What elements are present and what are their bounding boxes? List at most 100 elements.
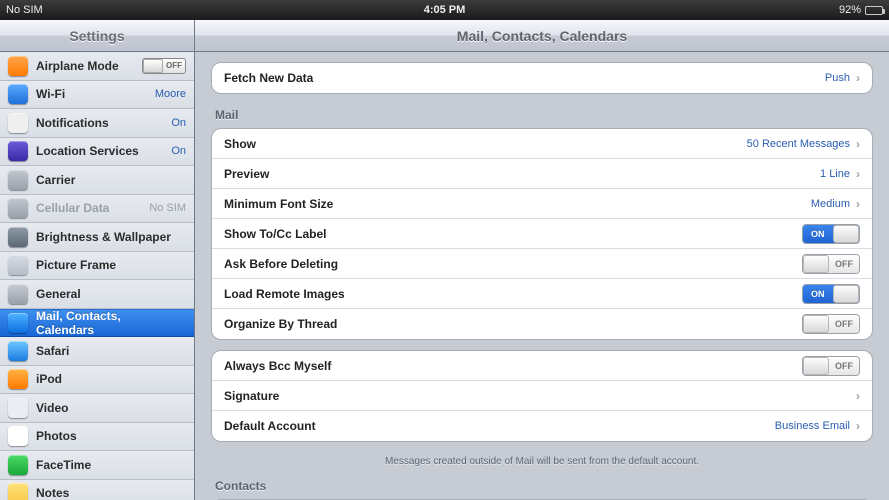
sidebar-item-label: FaceTime: [36, 458, 91, 472]
toggle-off-label: OFF: [166, 61, 182, 70]
sidebar-item-safari[interactable]: Safari: [0, 337, 194, 366]
carrier-icon: [8, 170, 28, 190]
row-default-account[interactable]: Default AccountBusiness Email›: [212, 411, 872, 441]
row-label: Always Bcc Myself: [224, 359, 331, 373]
chevron-right-icon: ›: [856, 71, 860, 85]
sidebar-item-label: Safari: [36, 344, 69, 358]
row-label: Ask Before Deleting: [224, 257, 338, 271]
group-footer: Messages created outside of Mail will be…: [211, 452, 873, 475]
settings-group: Fetch New Data Push ›: [211, 62, 873, 94]
load-remote-images-toggle[interactable]: ON: [802, 284, 860, 304]
row-load-remote-images[interactable]: Load Remote Images ON: [212, 279, 872, 309]
chevron-right-icon: ›: [856, 197, 860, 211]
settings-group: Always Bcc Myself OFF Signature › Default Ac…: [211, 350, 873, 442]
row-label: Organize By Thread: [224, 317, 337, 331]
show-to-cc-label-toggle[interactable]: ON: [802, 224, 860, 244]
organize-by-thread-toggle[interactable]: OFF: [802, 314, 860, 334]
chevron-right-icon: ›: [856, 389, 860, 403]
sidebar-item-label: Brightness & Wallpaper: [36, 230, 171, 244]
sidebar-item-facetime[interactable]: FaceTime: [0, 451, 194, 480]
toggle-off-label: OFF: [835, 361, 853, 371]
sim-status: No SIM: [6, 4, 43, 16]
chevron-right-icon: ›: [856, 167, 860, 181]
toggle-off-label: OFF: [835, 319, 853, 329]
detail-scroll[interactable]: Fetch New Data Push › MailShow50 Recent Mes…: [195, 52, 889, 500]
row-ask-before-deleting[interactable]: Ask Before Deleting OFF: [212, 249, 872, 279]
sidebar-item-label: Picture Frame: [36, 258, 116, 272]
row-label: Show To/Cc Label: [224, 227, 326, 241]
row-value: Push: [825, 72, 850, 84]
sidebar-item-picture-frame[interactable]: Picture Frame: [0, 252, 194, 281]
sidebar-item-notes[interactable]: Notes: [0, 480, 194, 500]
sidebar-item-mail-contacts-calendars[interactable]: Mail, Contacts, Calendars: [0, 309, 194, 338]
status-time: 4:05 PM: [6, 4, 883, 16]
sidebar-item-label: Notes: [36, 486, 69, 500]
sidebar-list[interactable]: Airplane ModeOFF Wi-Fi Moore NotificationsO…: [0, 52, 194, 500]
row-signature[interactable]: Signature ›: [212, 381, 872, 411]
battery-icon: [865, 6, 883, 15]
detail-pane: Mail, Contacts, Calendars Fetch New Data…: [195, 20, 889, 500]
settings-group: Show50 Recent Messages›Preview1 Line›Min…: [211, 128, 873, 340]
sidebar-item-value: On: [171, 117, 186, 129]
safari-icon: [8, 341, 28, 361]
row-value: Medium: [811, 198, 850, 210]
sidebar-item-label: Mail, Contacts, Calendars: [36, 309, 178, 337]
sidebar-item-photos[interactable]: Photos: [0, 423, 194, 452]
row-preview[interactable]: Preview1 Line›: [212, 159, 872, 189]
battery-percent: 92%: [839, 4, 861, 16]
row-value: 1 Line: [820, 168, 850, 180]
toggle-off-label: OFF: [835, 259, 853, 269]
sidebar-item-label: iPod: [36, 372, 62, 386]
section-header: Contacts: [211, 475, 873, 499]
sidebar-item-value: Moore: [155, 88, 186, 100]
sidebar-item-ipod[interactable]: iPod: [0, 366, 194, 395]
row-always-bcc-myself[interactable]: Always Bcc Myself OFF: [212, 351, 872, 381]
wifi-icon: [8, 84, 28, 104]
sidebar-item-location-services[interactable]: Location Services On: [0, 138, 194, 167]
settings-sidebar: Settings Airplane ModeOFF Wi-Fi Moore Notif…: [0, 20, 195, 500]
sidebar-item-brightness-wallpaper[interactable]: Brightness & Wallpaper: [0, 223, 194, 252]
row-label: Signature: [224, 389, 279, 403]
location-icon: [8, 141, 28, 161]
row-minimum-font-size[interactable]: Minimum Font Size Medium ›: [212, 189, 872, 219]
sidebar-item-airplane-mode[interactable]: Airplane ModeOFF: [0, 52, 194, 81]
mail-icon: [8, 313, 28, 333]
photos-icon: [8, 426, 28, 446]
ask-before-deleting-toggle[interactable]: OFF: [802, 254, 860, 274]
sidebar-item-label: Photos: [36, 429, 77, 443]
airplane-icon: [8, 56, 28, 76]
toggle-on-label: ON: [811, 289, 825, 299]
general-icon: [8, 284, 28, 304]
row-show-to-cc-label[interactable]: Show To/Cc Label ON: [212, 219, 872, 249]
picture-frame-icon: [8, 255, 28, 275]
notifications-icon: [8, 113, 28, 133]
brightness-icon: [8, 227, 28, 247]
notes-icon: [8, 483, 28, 500]
sidebar-item-wi-fi[interactable]: Wi-Fi Moore: [0, 81, 194, 110]
row-label: Fetch New Data: [224, 71, 313, 85]
row-organize-by-thread[interactable]: Organize By Thread OFF: [212, 309, 872, 339]
row-label: Load Remote Images: [224, 287, 345, 301]
row-fetch-new-data[interactable]: Fetch New Data Push ›: [212, 63, 872, 93]
video-icon: [8, 398, 28, 418]
always-bcc-myself-toggle[interactable]: OFF: [802, 356, 860, 376]
sidebar-item-label: General: [36, 287, 81, 301]
sidebar-title: Settings: [0, 20, 194, 52]
sidebar-item-label: Location Services: [36, 144, 139, 158]
detail-title: Mail, Contacts, Calendars: [195, 20, 889, 52]
row-label: Minimum Font Size: [224, 197, 333, 211]
sidebar-item-video[interactable]: Video: [0, 394, 194, 423]
sidebar-item-value: No SIM: [149, 202, 186, 214]
airplane-mode-toggle[interactable]: OFF: [142, 58, 186, 74]
section-header: Mail: [211, 104, 873, 128]
row-show[interactable]: Show50 Recent Messages›: [212, 129, 872, 159]
sidebar-item-value: On: [171, 145, 186, 157]
sidebar-item-carrier[interactable]: Carrier: [0, 166, 194, 195]
row-value: Business Email: [775, 420, 850, 432]
sidebar-item-notifications[interactable]: NotificationsOn: [0, 109, 194, 138]
sidebar-item-cellular-data[interactable]: Cellular DataNo SIM: [0, 195, 194, 224]
sidebar-item-label: Video: [36, 401, 68, 415]
sidebar-item-general[interactable]: General: [0, 280, 194, 309]
sidebar-item-label: Wi-Fi: [36, 87, 65, 101]
status-bar: No SIM 4:05 PM 92%: [0, 0, 889, 20]
